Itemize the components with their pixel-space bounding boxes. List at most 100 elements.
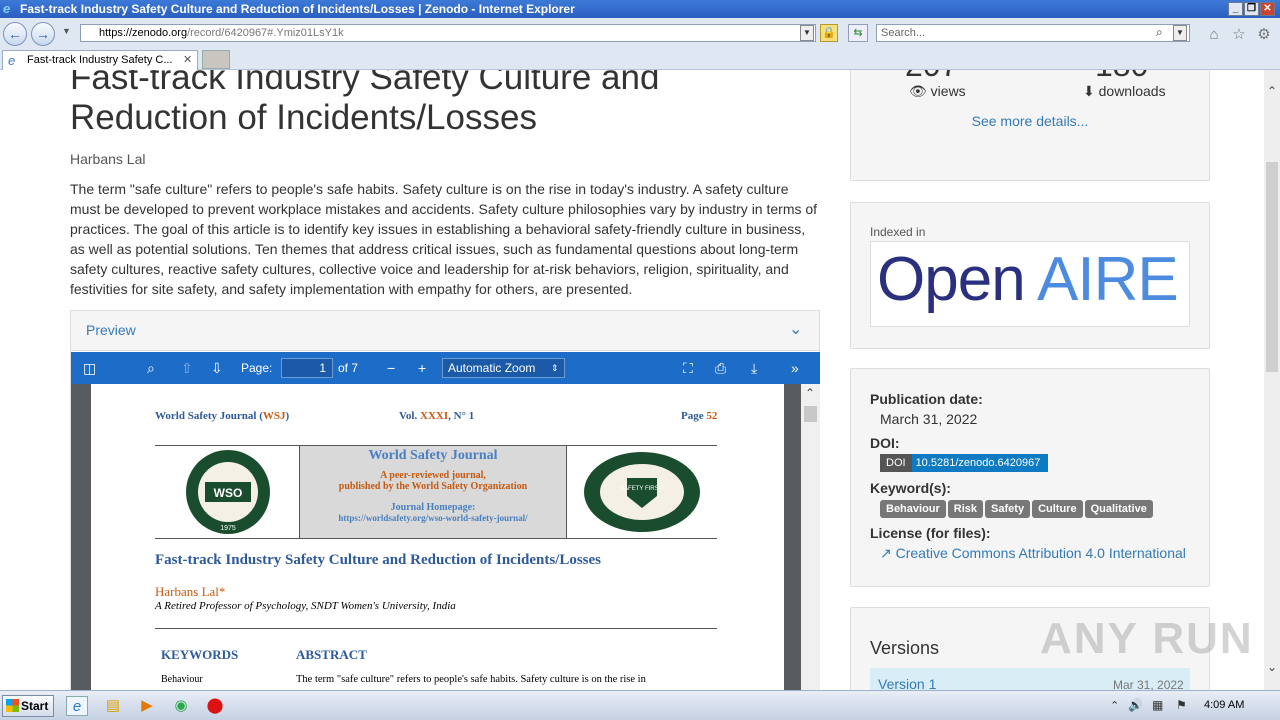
banner-line-1: A peer-reviewed journal, xyxy=(380,470,486,481)
eye-icon: 👁 xyxy=(909,83,927,99)
preview-title: Preview xyxy=(86,322,136,338)
stats-panel: 207 180 👁 views ⬇ downloads See more det… xyxy=(850,70,1210,181)
address-dropdown-icon[interactable]: ▼ xyxy=(800,25,814,41)
record-author[interactable]: Harbans Lal xyxy=(70,151,146,167)
banner-homepage-label: Journal Homepage: xyxy=(390,502,476,513)
record-description: The term "safe culture" refers to people… xyxy=(70,181,818,297)
network-icon[interactable]: ▦ xyxy=(1152,698,1163,712)
ie-taskbar-icon[interactable]: e xyxy=(66,696,88,716)
home-icon[interactable]: ⌂ xyxy=(1205,26,1223,44)
pdf-journal-header: World Safety Journal (WSJ) xyxy=(155,410,290,422)
zoom-dropdown-icon: ⇕ xyxy=(551,363,559,373)
chrome-taskbar-icon[interactable]: ◉ xyxy=(170,696,192,716)
pdf-page-number: Page 52 xyxy=(681,410,718,422)
back-button[interactable]: ← xyxy=(3,22,27,46)
start-button[interactable]: Start xyxy=(2,695,54,717)
page-content: Fast-track Industry Safety Culture and R… xyxy=(0,70,1264,690)
indexed-in-label: Indexed in xyxy=(870,225,926,239)
page-count: of 7 xyxy=(338,361,359,375)
favorites-star-icon[interactable]: ☆ xyxy=(1230,26,1248,44)
doi-badge[interactable]: DOI 10.5281/zenodo.6420967 xyxy=(880,454,1049,472)
pdf-rule-3 xyxy=(155,628,717,629)
tray-expand-icon[interactable]: ⌃ xyxy=(1110,699,1119,712)
license-link[interactable]: ↗ Creative Commons Attribution 4.0 Inter… xyxy=(880,545,1186,562)
explorer-taskbar-icon[interactable]: ▤ xyxy=(102,696,124,716)
version-1-link[interactable]: Version 1 xyxy=(878,676,936,690)
tools-menu-icon[interactable]: » xyxy=(791,360,799,376)
url-host: https://zenodo.org xyxy=(99,27,188,39)
banner-line-2: published by the World Safety Organizati… xyxy=(338,481,528,492)
history-dropdown-icon[interactable]: ▼ xyxy=(62,26,71,36)
collapse-chevron-icon[interactable]: ⌄ xyxy=(789,311,802,349)
search-icon[interactable]: ⌕ xyxy=(1156,25,1163,40)
metadata-panel: Publication date: March 31, 2022 DOI: DO… xyxy=(850,368,1210,587)
version-row[interactable]: Version 1 Mar 31, 2022 xyxy=(870,668,1190,690)
pdf-affiliation: A Retired Professor of Psychology, SNDT … xyxy=(155,600,456,612)
clock[interactable]: 4:09 AM xyxy=(1204,699,1244,711)
keywords-label: Keyword(s): xyxy=(870,480,951,496)
close-window-button[interactable]: ✕ xyxy=(1260,2,1275,16)
version-1-date: Mar 31, 2022 xyxy=(1113,678,1184,690)
lock-icon[interactable]: 🔒 xyxy=(820,24,838,42)
restore-button[interactable]: ❐ xyxy=(1244,2,1259,16)
zoom-select[interactable]: Automatic Zoom ⇕ xyxy=(442,358,565,378)
refresh-icon[interactable]: ⇆ xyxy=(848,24,868,42)
openaire-logo-aire: AIRE xyxy=(1037,245,1179,314)
search-dropdown-icon[interactable]: ▼ xyxy=(1173,25,1187,41)
media-player-taskbar-icon[interactable]: ▶ xyxy=(136,696,158,716)
presentation-mode-icon[interactable]: ⛶ xyxy=(683,360,693,376)
zoom-in-icon[interactable]: + xyxy=(418,360,426,376)
security-app-taskbar-icon[interactable]: ⬤ xyxy=(204,696,226,716)
volume-icon[interactable]: 🔊 xyxy=(1128,698,1143,712)
forward-button[interactable]: → xyxy=(31,22,55,46)
pdf-page: World Safety Journal (WSJ) Vol. XXXI, N°… xyxy=(91,384,784,690)
scroll-thumb[interactable] xyxy=(1266,162,1278,372)
url-path: /record/6420967#.Ymiz01LsY1k xyxy=(187,27,344,39)
previous-page-icon[interactable]: ⇧ xyxy=(181,360,193,376)
preview-header[interactable]: Preview ⌄ xyxy=(71,311,819,351)
print-icon[interactable]: ⎙ xyxy=(715,360,726,376)
pdf-scroll-up-icon[interactable]: ⌃ xyxy=(805,386,815,400)
settings-gear-icon[interactable]: ⚙ xyxy=(1255,26,1273,44)
flag-icon[interactable]: ⚑ xyxy=(1176,698,1187,712)
search-input[interactable]: Search... xyxy=(876,24,1190,42)
download-icon[interactable]: ⤓ xyxy=(751,360,757,376)
banner-url: https://worldsafety.org/wso-world-safety… xyxy=(338,513,528,523)
tab-close-icon[interactable]: ✕ xyxy=(183,51,192,69)
doi-badge-value: 10.5281/zenodo.6420967 xyxy=(911,454,1049,472)
page-scrollbar[interactable]: ⌃ ⌄ xyxy=(1264,70,1280,690)
pdf-search-icon[interactable]: ⌕ xyxy=(147,360,155,376)
pdf-scrollbar[interactable]: ⌃ xyxy=(801,384,820,690)
scroll-down-icon[interactable]: ⌄ xyxy=(1267,660,1277,674)
zoom-out-icon[interactable]: − xyxy=(387,360,395,376)
tab-favicon-icon: e xyxy=(8,53,16,68)
keyword-badge[interactable]: Qualitative xyxy=(1084,500,1153,518)
keyword-badge[interactable]: Risk xyxy=(947,500,984,518)
next-page-icon[interactable]: ⇩ xyxy=(211,360,223,376)
new-tab-button[interactable] xyxy=(202,50,230,69)
keyword-badge[interactable]: Culture xyxy=(1032,500,1083,518)
keyword-badge[interactable]: Behaviour xyxy=(880,500,946,518)
address-bar[interactable]: https://zenodo.org/record/6420967#.Ymiz0… xyxy=(80,24,816,42)
pdf-keyword-1: Behaviour xyxy=(161,674,203,685)
keyword-badge[interactable]: Safety xyxy=(985,500,1031,518)
pdf-viewer[interactable]: World Safety Journal (WSJ) Vol. XXXI, N°… xyxy=(71,384,820,690)
record-title: Fast-track Industry Safety Culture and R… xyxy=(70,70,660,137)
see-more-details-link[interactable]: See more details... xyxy=(851,113,1209,129)
page-label: Page: xyxy=(241,361,273,375)
indexed-in-panel: Indexed in Open AIRE xyxy=(850,202,1210,349)
pdf-volume: Vol. XXXI, N° 1 xyxy=(399,410,475,422)
page-number-input[interactable]: 1 xyxy=(281,358,333,378)
minimize-button[interactable]: _ xyxy=(1228,2,1243,16)
taskbar: Start e ▤ ▶ ◉ ⬤ ⌃ 🔊 ▦ ⚑ 4:09 AM xyxy=(0,690,1280,720)
openaire-logo[interactable]: Open AIRE xyxy=(870,241,1190,327)
pdf-keywords-heading: KEYWORDS xyxy=(161,647,239,662)
pdf-rule-2 xyxy=(155,538,717,539)
tab-zenodo-record[interactable]: e Fast-track Industry Safety C... ✕ xyxy=(2,50,198,70)
internet-explorer-icon: e xyxy=(3,1,11,16)
pdf-scroll-thumb[interactable] xyxy=(804,406,817,422)
sidebar-toggle-icon[interactable]: ◫ xyxy=(83,360,96,376)
scroll-up-icon[interactable]: ⌃ xyxy=(1267,84,1277,98)
keyword-list: Behaviour Risk Safety Culture Qualitative xyxy=(880,499,1155,518)
pdf-article-title: Fast-track Industry Safety Culture and R… xyxy=(155,552,602,568)
